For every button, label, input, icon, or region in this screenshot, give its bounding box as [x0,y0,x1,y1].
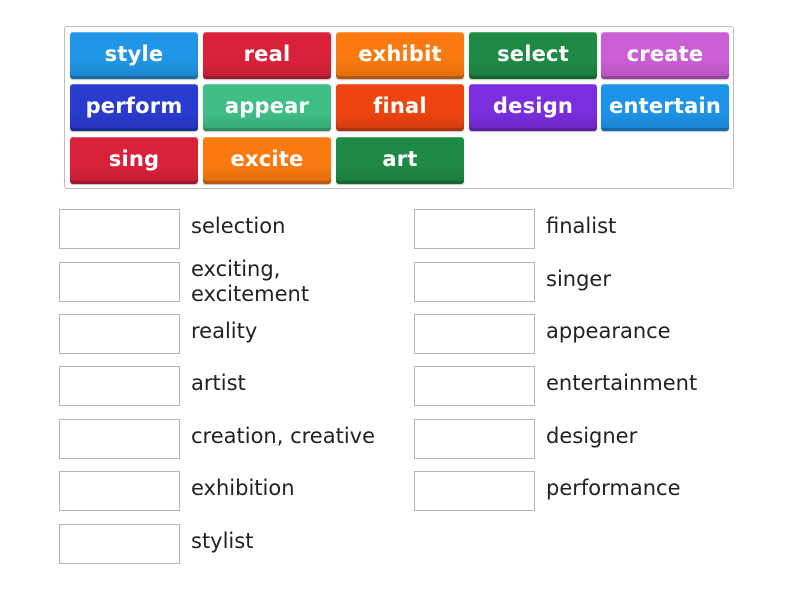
answer-drop-box[interactable] [59,471,180,511]
target-word-label: exciting, excitement [191,257,310,306]
target-word-label: singer [546,267,611,291]
word-tile-exhibit[interactable]: exhibit [336,32,464,79]
answer-drop-box[interactable] [414,419,535,459]
target-word-label: designer [546,424,638,448]
target-word-label: finalist [546,214,617,238]
answer-drop-box[interactable] [59,314,180,354]
word-tile-sing[interactable]: sing [70,137,198,184]
word-tile-select[interactable]: select [469,32,597,79]
target-word-label: reality [191,319,258,343]
answer-drop-box[interactable] [59,366,180,406]
target-word-label: exhibition [191,476,295,500]
word-tile-bank: style real exhibit select create perform appea… [64,26,734,189]
match-row: exhibition [59,471,389,511]
answer-drop-box[interactable] [414,366,535,406]
target-word-label: creation, creative [191,424,376,448]
match-row: artist [59,366,389,406]
answer-drop-box[interactable] [414,314,535,354]
target-word-label: artist [191,371,246,395]
word-tile-excite[interactable]: excite [203,137,331,184]
target-word-label: appearance [546,319,671,343]
answer-drop-box[interactable] [59,524,180,564]
target-word-label: entertainment [546,371,698,395]
answer-drop-box[interactable] [414,209,535,249]
answer-drop-box[interactable] [414,262,535,302]
match-row: finalist [414,209,744,249]
match-row: performance [414,471,744,511]
word-tile-create[interactable]: create [601,32,729,79]
word-tile-final[interactable]: final [336,84,464,131]
word-tile-real[interactable]: real [203,32,331,79]
word-tile-style[interactable]: style [70,32,198,79]
word-tile-perform[interactable]: perform [70,84,198,131]
match-row: exciting, excitement [59,257,389,306]
match-row: designer [414,419,744,459]
match-row: appearance [414,314,744,354]
target-word-label: performance [546,476,681,500]
match-row: singer [414,262,744,302]
word-tile-art[interactable]: art [336,137,464,184]
match-row: stylist [59,524,389,564]
match-row: selection [59,209,389,249]
match-row: entertainment [414,366,744,406]
answer-drop-box[interactable] [59,262,180,302]
answer-drop-box[interactable] [414,471,535,511]
target-word-label: selection [191,214,286,238]
word-tile-appear[interactable]: appear [203,84,331,131]
answer-drop-box[interactable] [59,419,180,459]
target-word-label: stylist [191,529,254,553]
match-row: reality [59,314,389,354]
word-tile-design[interactable]: design [469,84,597,131]
word-tile-entertain[interactable]: entertain [601,84,729,131]
match-row: creation, creative [59,419,389,459]
answer-drop-box[interactable] [59,209,180,249]
